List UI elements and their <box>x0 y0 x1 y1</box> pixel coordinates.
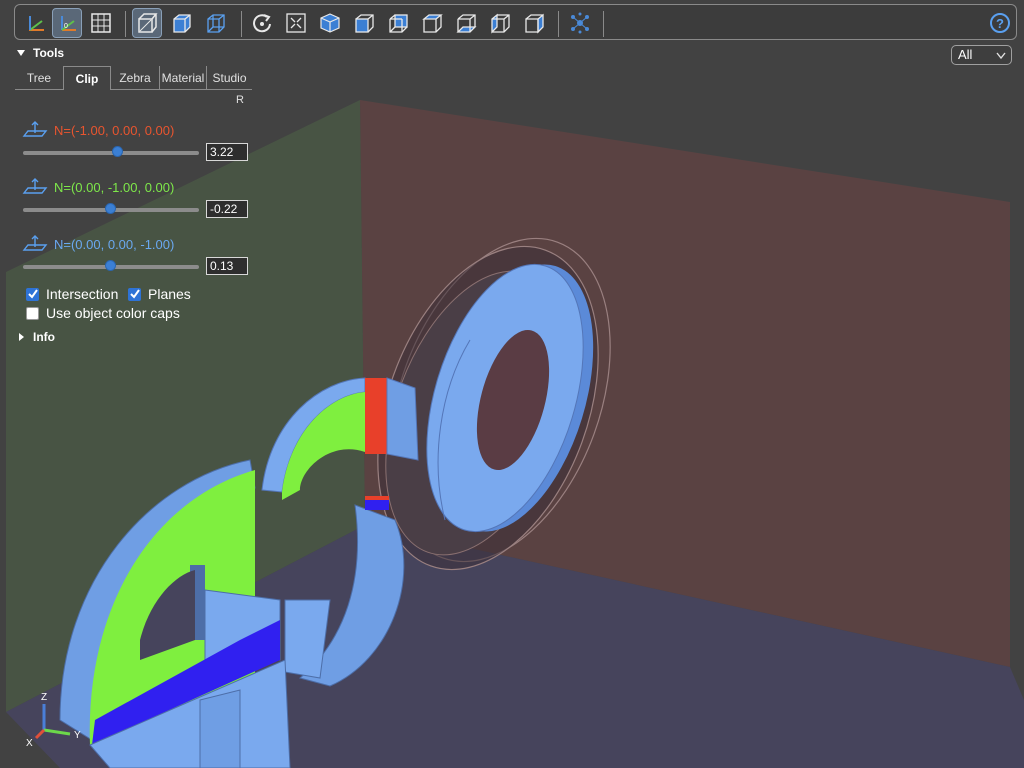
tools-title: Tools <box>33 46 65 60</box>
reset-icon <box>253 14 271 33</box>
tab-material[interactable]: Material <box>159 66 206 90</box>
left-view-button[interactable] <box>485 8 515 38</box>
view-filter-select[interactable]: All <box>951 45 1012 65</box>
chevron-down-icon <box>996 52 1006 60</box>
reset-clip-button[interactable]: R <box>236 94 244 106</box>
clip-plane-row-z: N=(0.00, 0.00, -1.00) 0.13 <box>22 235 252 285</box>
toolbar-separator <box>125 11 126 37</box>
check-icon <box>27 289 38 299</box>
planes-checkbox[interactable] <box>128 287 141 301</box>
iso-view-button[interactable] <box>315 8 345 38</box>
check-icon <box>129 289 140 299</box>
clip-slider-thumb[interactable] <box>112 146 123 157</box>
help-button[interactable]: ? <box>985 8 1015 38</box>
tab-zebra[interactable]: Zebra <box>111 66 159 90</box>
front-view-button[interactable] <box>349 8 379 38</box>
perspective-cube-icon <box>138 13 158 33</box>
rear-view-button[interactable] <box>383 8 413 38</box>
ortho-cube-icon <box>173 14 191 33</box>
clip-plane-icon[interactable] <box>22 235 48 253</box>
tools-header[interactable]: Tools <box>16 46 116 60</box>
toolbar-separator <box>558 11 559 37</box>
bottom-view-button[interactable] <box>451 8 481 38</box>
tab-tree[interactable]: Tree <box>15 66 63 90</box>
intersection-label: Intersection <box>46 286 119 302</box>
info-header[interactable]: Info <box>16 330 116 344</box>
clip-slider-track[interactable] <box>23 151 199 155</box>
grid-button[interactable] <box>86 8 116 38</box>
object-color-caps-checkbox[interactable] <box>26 306 39 320</box>
caret-right-icon <box>19 333 24 341</box>
toolbar-separator <box>241 11 242 37</box>
svg-text:?: ? <box>996 16 1004 31</box>
left-cube-icon <box>491 13 510 34</box>
rear-cube-icon <box>389 14 408 33</box>
clip-normal-label: N=(-1.00, 0.00, 0.00) <box>54 123 175 138</box>
right-cube-icon <box>525 13 544 34</box>
axis-z-label: Z <box>41 692 47 703</box>
axes-origin-icon: 0 <box>61 16 76 31</box>
perspective-button[interactable] <box>132 8 162 38</box>
toolbar: 0 ? <box>14 4 1017 40</box>
axes-button[interactable] <box>20 8 50 38</box>
grid-icon <box>91 13 111 33</box>
bottom-cube-icon <box>456 14 477 33</box>
help-icon: ? <box>990 13 1010 33</box>
tools-tabs: Tree Clip Zebra Material Studio <box>15 66 252 90</box>
explode-icon <box>571 12 589 34</box>
caret-down-icon <box>17 50 25 56</box>
tab-clip[interactable]: Clip <box>63 66 111 90</box>
clip-value-input[interactable]: 3.22 <box>206 143 248 161</box>
ortho-button[interactable] <box>166 8 196 38</box>
axes-origin-button[interactable]: 0 <box>52 8 82 38</box>
fit-icon <box>286 13 306 33</box>
right-view-button[interactable] <box>519 8 549 38</box>
axis-y-label: Y <box>74 730 81 741</box>
clip-normal-label: N=(0.00, 0.00, -1.00) <box>54 237 175 252</box>
front-cube-icon <box>355 14 374 33</box>
planes-checkbox-row[interactable]: Planes <box>128 285 191 303</box>
clip-plane-icon[interactable] <box>22 178 48 196</box>
clip-plane-row-y: N=(0.00, -1.00, 0.00) -0.22 <box>22 178 252 228</box>
info-title: Info <box>33 330 55 344</box>
iso-cube-icon <box>320 13 340 33</box>
object-color-caps-label: Use object color caps <box>46 305 180 321</box>
transparent-button[interactable] <box>200 8 230 38</box>
tab-studio[interactable]: Studio <box>206 66 252 90</box>
clip-slider-thumb[interactable] <box>105 260 116 271</box>
clip-value-input[interactable]: -0.22 <box>206 200 248 218</box>
clip-plane-icon[interactable] <box>22 121 48 139</box>
intersection-checkbox[interactable] <box>26 287 39 301</box>
clip-normal-label: N=(0.00, -1.00, 0.00) <box>54 180 175 195</box>
top-cube-icon <box>422 14 443 33</box>
planes-label: Planes <box>148 286 191 302</box>
axis-x-label: X <box>26 738 33 749</box>
intersection-checkbox-row[interactable]: Intersection <box>26 285 118 303</box>
clip-plane-row-x: N=(-1.00, 0.00, 0.00) 3.22 <box>22 121 252 171</box>
transparent-cube-icon <box>207 14 225 33</box>
clip-value-input[interactable]: 0.13 <box>206 257 248 275</box>
top-view-button[interactable] <box>417 8 447 38</box>
svg-text:0: 0 <box>64 23 68 30</box>
object-color-caps-row[interactable]: Use object color caps <box>26 304 180 322</box>
toolbar-separator <box>603 11 604 37</box>
axes-icon <box>29 16 44 31</box>
fit-view-button[interactable] <box>281 8 311 38</box>
3d-viewport[interactable]: Z Y X <box>0 0 1024 768</box>
explode-button[interactable] <box>565 8 595 38</box>
reset-view-button[interactable] <box>247 8 277 38</box>
clip-slider-thumb[interactable] <box>105 203 116 214</box>
view-filter-value: All <box>958 47 973 62</box>
